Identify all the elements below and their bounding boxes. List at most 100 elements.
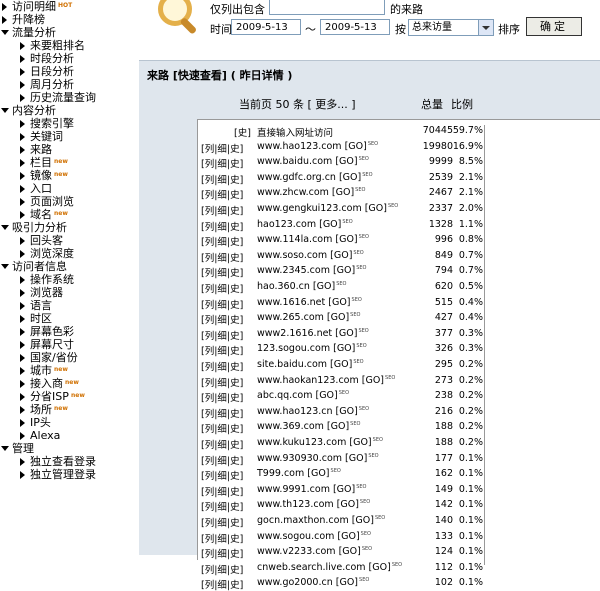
referrer-source[interactable]: www.1616.net [GO]SEO: [257, 297, 362, 308]
referrer-source[interactable]: www.kuku123.com [GO]SEO: [257, 437, 383, 448]
seo-link[interactable]: SEO: [331, 468, 341, 474]
seo-link[interactable]: SEO: [368, 453, 378, 459]
sort-select[interactable]: 总来访量: [408, 19, 494, 36]
filter-input[interactable]: [269, 0, 385, 15]
sidebar-item[interactable]: 历史流量查询: [0, 91, 122, 104]
row-action-links[interactable]: [列|细|史]: [201, 203, 243, 217]
referrer-source[interactable]: www.sogou.com [GO]SEO: [257, 531, 371, 542]
row-action-links[interactable]: [列|细|史]: [201, 375, 243, 389]
seo-link[interactable]: SEO: [342, 219, 352, 225]
sidebar-item[interactable]: 接入商 new: [0, 377, 122, 390]
row-action-links[interactable]: [列|细|史]: [201, 359, 243, 373]
referrer-source[interactable]: www.114la.com [GO]SEO: [257, 234, 369, 245]
seo-link[interactable]: SEO: [336, 281, 346, 287]
sidebar-item[interactable]: 关键词: [0, 130, 122, 143]
row-action-links[interactable]: [列|细|史]: [201, 499, 243, 513]
row-action-links[interactable]: [列|细|史]: [201, 546, 243, 560]
row-action-links[interactable]: [列|细|史]: [201, 141, 243, 155]
referrer-source[interactable]: www.gdfc.org.cn [GO]SEO: [257, 172, 373, 183]
referrer-source[interactable]: abc.qq.com [GO]SEO: [257, 390, 349, 401]
sidebar-item[interactable]: 独立查看登录: [0, 455, 122, 468]
row-action-links[interactable]: [列|细|史]: [201, 219, 243, 233]
seo-link[interactable]: SEO: [361, 531, 371, 537]
referrer-source[interactable]: 123.sogou.com [GO]SEO: [257, 343, 367, 354]
row-action-links[interactable]: [列|细|史]: [201, 281, 243, 295]
seo-link[interactable]: SEO: [353, 250, 363, 256]
sidebar-item[interactable]: 时段分析: [0, 52, 122, 65]
sidebar-item[interactable]: 入口: [0, 182, 122, 195]
seo-link[interactable]: SEO: [359, 234, 369, 240]
referrer-source[interactable]: www.2345.com [GO]SEO: [257, 265, 367, 276]
row-action-links[interactable]: [史]: [234, 125, 251, 139]
seo-link[interactable]: SEO: [359, 406, 369, 412]
sidebar-item[interactable]: 浏览深度: [0, 247, 122, 260]
referrer-source[interactable]: cnweb.search.live.com [GO]SEO: [257, 562, 402, 573]
row-action-links[interactable]: [列|细|史]: [201, 297, 243, 311]
row-action-links[interactable]: [列|细|史]: [201, 187, 243, 201]
referrer-source[interactable]: www.v2233.com [GO]SEO: [257, 546, 372, 557]
sidebar-item[interactable]: 独立管理登录: [0, 468, 122, 481]
referrer-source[interactable]: www.369.com [GO]SEO: [257, 421, 360, 432]
row-action-links[interactable]: [列|细|史]: [201, 531, 243, 545]
row-action-links[interactable]: [列|细|史]: [201, 328, 243, 342]
row-action-links[interactable]: [列|细|史]: [201, 453, 243, 467]
seo-link[interactable]: SEO: [359, 156, 369, 162]
row-action-links[interactable]: [列|细|史]: [201, 484, 243, 498]
sidebar-item[interactable]: 内容分析: [0, 104, 122, 117]
row-action-links[interactable]: [列|细|史]: [201, 156, 243, 170]
row-action-links[interactable]: [列|细|史]: [201, 577, 243, 591]
seo-link[interactable]: SEO: [353, 359, 363, 365]
sidebar-item[interactable]: 周月分析: [0, 78, 122, 91]
sidebar-item[interactable]: 操作系统: [0, 273, 122, 286]
referrer-source[interactable]: 直接输入网址访问: [257, 125, 333, 139]
sidebar-item[interactable]: 屏幕色彩: [0, 325, 122, 338]
row-action-links[interactable]: [列|细|史]: [201, 250, 243, 264]
sidebar-item[interactable]: Alexa: [0, 429, 122, 442]
seo-link[interactable]: SEO: [350, 312, 360, 318]
sidebar-item[interactable]: 日段分析: [0, 65, 122, 78]
sidebar-item[interactable]: IP头: [0, 416, 122, 429]
sidebar-item[interactable]: 搜索引擎: [0, 117, 122, 130]
referrer-source[interactable]: www.baidu.com [GO]SEO: [257, 156, 369, 167]
sidebar-item[interactable]: 管理: [0, 442, 122, 455]
seo-link[interactable]: SEO: [385, 375, 395, 381]
referrer-source[interactable]: www.haokan123.com [GO]SEO: [257, 375, 395, 386]
row-action-links[interactable]: [列|细|史]: [201, 421, 243, 435]
referrer-source[interactable]: www.hao123.com [GO]SEO: [257, 141, 378, 152]
sidebar-item[interactable]: 时区: [0, 312, 122, 325]
seo-link[interactable]: SEO: [352, 297, 362, 303]
sidebar-item[interactable]: 访问明细 HOT: [0, 0, 122, 13]
seo-link[interactable]: SEO: [373, 437, 383, 443]
sidebar-item[interactable]: 来要粗排名: [0, 39, 122, 52]
referrer-source[interactable]: T999.com [GO]SEO: [257, 468, 341, 479]
seo-link[interactable]: SEO: [368, 141, 378, 147]
seo-link[interactable]: SEO: [356, 265, 366, 271]
row-action-links[interactable]: [列|细|史]: [201, 234, 243, 248]
seo-link[interactable]: SEO: [392, 562, 402, 568]
row-action-links[interactable]: [列|细|史]: [201, 312, 243, 326]
row-action-links[interactable]: [列|细|史]: [201, 562, 243, 576]
referrer-source[interactable]: www.soso.com [GO]SEO: [257, 250, 364, 261]
sidebar-item[interactable]: 镜像 new: [0, 169, 122, 182]
row-action-links[interactable]: [列|细|史]: [201, 343, 243, 357]
sidebar-item[interactable]: 回头客: [0, 234, 122, 247]
sidebar-item[interactable]: 访问者信息: [0, 260, 122, 273]
referrer-source[interactable]: www.hao123.cn [GO]SEO: [257, 406, 369, 417]
referrer-source[interactable]: www.th123.com [GO]SEO: [257, 499, 370, 510]
date-to-input[interactable]: 2009-5-13: [320, 19, 390, 35]
row-action-links[interactable]: [列|细|史]: [201, 172, 243, 186]
seo-link[interactable]: SEO: [362, 546, 372, 552]
seo-link[interactable]: SEO: [355, 187, 365, 193]
row-action-links[interactable]: [列|细|史]: [201, 406, 243, 420]
sidebar-item[interactable]: 升降榜: [0, 13, 122, 26]
seo-link[interactable]: SEO: [359, 577, 369, 583]
row-action-links[interactable]: [列|细|史]: [201, 437, 243, 451]
seo-link[interactable]: SEO: [356, 484, 366, 490]
referrer-source[interactable]: hao.360.cn [GO]SEO: [257, 281, 346, 292]
confirm-button[interactable]: 确定: [526, 17, 582, 36]
referrer-source[interactable]: www.zhcw.com [GO]SEO: [257, 187, 365, 198]
referrer-source[interactable]: www.go2000.cn [GO]SEO: [257, 577, 369, 588]
row-action-links[interactable]: [列|细|史]: [201, 515, 243, 529]
seo-link[interactable]: SEO: [360, 499, 370, 505]
sidebar-item[interactable]: 流量分析: [0, 26, 122, 39]
